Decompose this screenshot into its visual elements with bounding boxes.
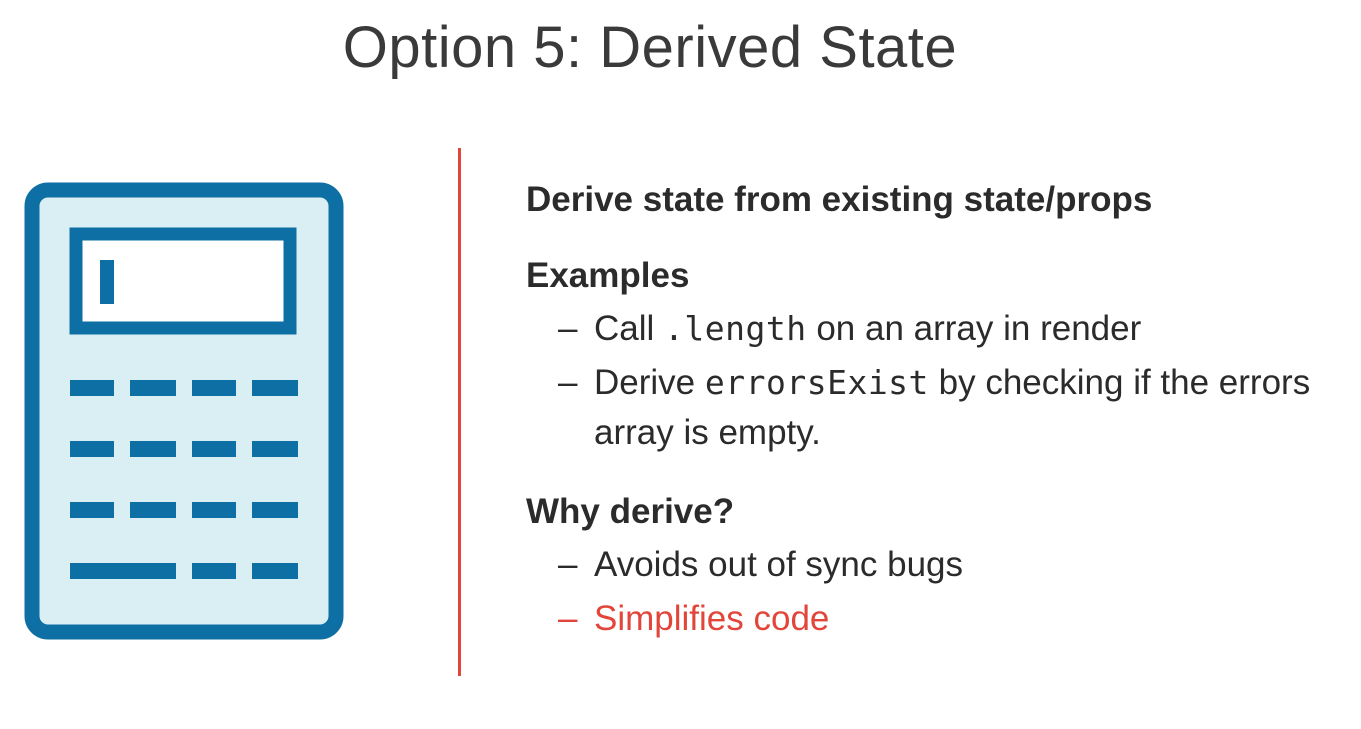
bullet-dash: – [558,599,578,638]
examples-heading: Examples [526,256,690,295]
code-length: .length [664,309,807,348]
bullet-dash: – [558,545,578,584]
list-item: – Derive errorsExist by checking if the e… [526,358,1356,458]
list-item: – Avoids out of sync bugs [526,540,1356,590]
examples-list: – Call .length on an array in render – Der… [526,304,1356,458]
why-list: – Avoids out of sync bugs – Simplifies cod… [526,540,1356,644]
vertical-divider [458,148,461,676]
bullet-dash: – [558,309,578,348]
slide-title: Option 5: Derived State [342,15,958,80]
code-errorsExist: errorsExist [704,363,929,402]
list-item-highlighted: – Simplifies code [526,594,1356,644]
slide-content: Derive state from existing state/props E… [526,176,1356,644]
calculator-icon [24,182,344,640]
bullet-dash: – [558,363,578,402]
why-heading: Why derive? [526,492,735,531]
list-item: – Call .length on an array in render [526,304,1356,354]
headline: Derive state from existing state/props [526,180,1153,219]
